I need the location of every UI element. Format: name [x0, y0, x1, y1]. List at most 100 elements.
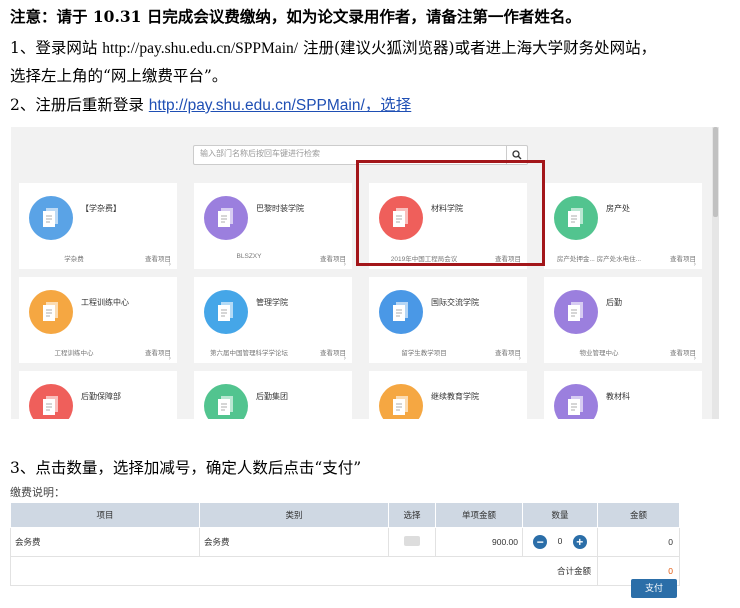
- dept-title: 后勤保障部: [81, 392, 121, 401]
- dept-icon-circle: [379, 290, 423, 334]
- qty-value: 0: [557, 536, 563, 547]
- step1-prefix: 1、登录网站: [10, 39, 103, 57]
- dept-project: 物业管理中心: [579, 350, 619, 357]
- notice-text: 注意：请于 10.31 日完成会议费缴纳，如为论文录用作者，请备注第一作者姓名。: [10, 7, 581, 26]
- payment-heading: 缴费说明：: [10, 487, 65, 499]
- step3-line: 3、点击数量，选择加减号，确定人数后点击“支付”: [10, 459, 362, 477]
- document-icon: [393, 396, 408, 415]
- col-qty: 数量: [522, 502, 598, 528]
- total-label: 合计金额: [10, 556, 598, 586]
- minus-button[interactable]: −: [533, 535, 548, 549]
- dept-icon-circle: [204, 384, 248, 419]
- scrollbar-thumb[interactable]: [713, 127, 718, 217]
- payment-table: 项目 类别 选择 单项金额 数量 金额 会务费 会务费 900.00 − 0 +…: [10, 502, 680, 586]
- document-icon: [568, 302, 583, 321]
- view-projects-link[interactable]: 查看项目: [320, 253, 346, 263]
- dept-icon-circle: [29, 384, 73, 419]
- step2-link[interactable]: http://pay.shu.edu.cn/SPPMain/，选择: [149, 97, 411, 114]
- search-placeholder: 输入部门名称后按回车键进行检索: [200, 149, 320, 158]
- col-category: 类别: [199, 502, 389, 528]
- view-projects-link[interactable]: 查看项目: [145, 253, 171, 263]
- dept-icon-circle: [29, 290, 73, 334]
- dept-title: 巴黎时装学院: [256, 204, 304, 213]
- chevron-right-icon: ›: [693, 355, 696, 362]
- col-select: 选择: [388, 502, 436, 528]
- view-projects-link[interactable]: 查看项目: [495, 347, 521, 357]
- dept-card-houqin-jituan[interactable]: 后勤集团: [194, 371, 352, 419]
- dept-card-jixu-jiaoyu[interactable]: 继续教育学院: [369, 371, 527, 419]
- document-icon: [568, 396, 583, 415]
- dept-icon-circle: [29, 196, 73, 240]
- step1-url: http://pay.shu.edu.cn/SPPMain/: [102, 40, 299, 57]
- total-row: 合计金额 0: [10, 556, 680, 586]
- document-icon: [218, 208, 233, 227]
- dept-card-guoji[interactable]: 国际交流学院留学生教学项目 查看项目 ›: [369, 277, 527, 363]
- dept-card-houqin-baozhang[interactable]: 后勤保障部: [19, 371, 177, 419]
- dept-project: 第六届中国管理科学学论坛: [210, 350, 288, 357]
- dept-card-guanli[interactable]: 管理学院 第六届中国管理科学学论坛 查看项目 ›: [194, 277, 352, 363]
- dept-title: 房产处: [606, 204, 630, 213]
- plus-button[interactable]: +: [572, 535, 587, 549]
- chevron-right-icon: ›: [343, 355, 346, 362]
- view-projects-link[interactable]: 查看项目: [670, 253, 696, 263]
- table-row: 会务费 会务费 900.00 − 0 + 0: [10, 527, 680, 557]
- highlight-box: [356, 160, 545, 266]
- dept-card-xuezafei[interactable]: 【学杂费】学杂费 查看项目 ›: [19, 183, 177, 269]
- select-checkbox[interactable]: [404, 536, 420, 546]
- chevron-right-icon: ›: [343, 261, 346, 268]
- dept-project: BLSZXY: [236, 253, 262, 260]
- view-projects-link[interactable]: 查看项目: [670, 347, 696, 357]
- document-icon: [393, 302, 408, 321]
- dept-title: 后勤: [606, 298, 622, 307]
- dept-icon-circle: [204, 290, 248, 334]
- chevron-right-icon: ›: [168, 355, 171, 362]
- row-item: 会务费: [10, 527, 200, 557]
- table-header: 项目 类别 选择 单项金额 数量 金额: [10, 502, 680, 528]
- dept-card-gongxun[interactable]: 工程训练中心 工程训练中心 查看项目 ›: [19, 277, 177, 363]
- pay-button[interactable]: 支付: [631, 579, 677, 598]
- view-projects-link[interactable]: 查看项目: [320, 347, 346, 357]
- row-qty: − 0 +: [522, 527, 598, 557]
- portal-screenshot: 输入部门名称后按回车键进行检索 【学杂费】 学杂费 查看项目 › 巴黎时装学院 BLSZX…: [11, 127, 719, 419]
- dept-card-blszxy[interactable]: 巴黎时装学院 BLSZXY 查看项目 ›: [194, 183, 352, 269]
- dept-title: 国际交流学院: [431, 298, 479, 307]
- step1-suffix: 注册(建议火狐浏览器)或者进上海大学财务处网站，: [298, 39, 657, 57]
- document-icon: [43, 396, 58, 415]
- dept-project: 房产处押金... 房产处水电住...: [556, 256, 642, 263]
- document-icon: [43, 208, 58, 227]
- dept-project: 工程训练中心: [54, 350, 94, 357]
- dept-icon-circle: [204, 196, 248, 240]
- col-amount: 金额: [597, 502, 680, 528]
- dept-title: 后勤集团: [256, 392, 288, 401]
- dept-project: 学杂费: [64, 256, 84, 263]
- dept-project: 留学生教学项目: [401, 350, 447, 357]
- notice-line: 注意：请于 10.31 日完成会议费缴纳，如为论文录用作者，请备注第一作者姓名。: [10, 7, 581, 27]
- scrollbar[interactable]: [712, 127, 719, 419]
- step1-line2: 选择左上角的“网上缴费平台”。: [10, 67, 228, 85]
- view-projects-link[interactable]: 查看项目: [145, 347, 171, 357]
- dept-icon-circle: [554, 196, 598, 240]
- chevron-right-icon: ›: [518, 355, 521, 362]
- dept-title: 【学杂费】: [81, 204, 121, 213]
- step1-line: 1、登录网站 http://pay.shu.edu.cn/SPPMain/ 注册…: [10, 38, 656, 59]
- dept-card-houqin[interactable]: 后勤物业管理中心 查看项目 ›: [544, 277, 702, 363]
- chevron-right-icon: ›: [168, 261, 171, 268]
- col-price: 单项金额: [435, 502, 523, 528]
- row-select[interactable]: [388, 527, 436, 557]
- document-icon: [568, 208, 583, 227]
- dept-icon-circle: [379, 384, 423, 419]
- row-category: 会务费: [199, 527, 389, 557]
- document-icon: [218, 302, 233, 321]
- row-amount: 0: [597, 527, 680, 557]
- dept-card-fangchan[interactable]: 房产处房产处押金... 房产处水电住... 查看项目 ›: [544, 183, 702, 269]
- dept-card-jiaocai[interactable]: 教材科: [544, 371, 702, 419]
- chevron-right-icon: ›: [693, 261, 696, 268]
- document-icon: [218, 396, 233, 415]
- col-item: 项目: [10, 502, 200, 528]
- dept-title: 教材科: [606, 392, 630, 401]
- document-icon: [43, 302, 58, 321]
- dept-title: 工程训练中心: [81, 298, 129, 307]
- dept-icon-circle: [554, 384, 598, 419]
- payment-screenshot: 缴费说明： 项目 类别 选择 单项金额 数量 金额 会务费 会务费 900.00…: [10, 486, 710, 606]
- step2-prefix: 2、注册后重新登录: [10, 96, 149, 114]
